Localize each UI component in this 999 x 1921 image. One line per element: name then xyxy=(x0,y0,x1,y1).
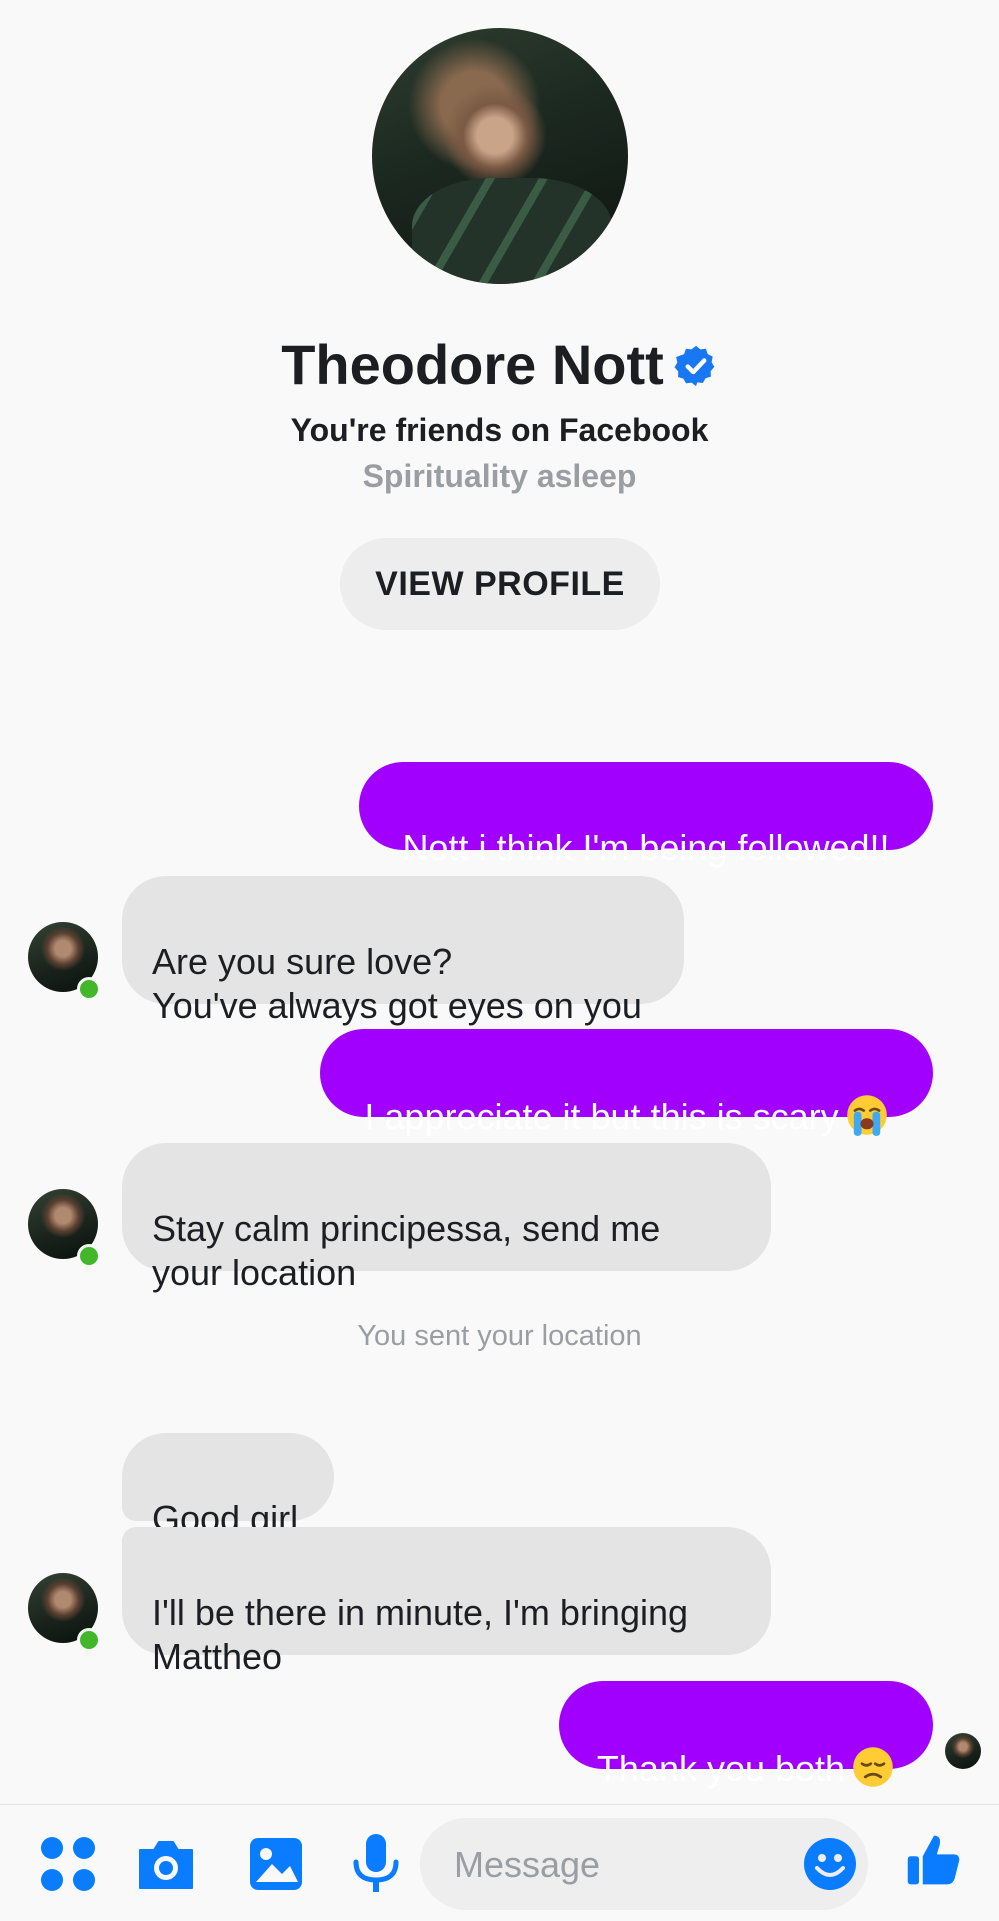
outgoing-message[interactable]: Nott i think I'm being followed!! xyxy=(359,762,933,868)
message-input[interactable] xyxy=(452,1836,756,1894)
gallery-icon[interactable] xyxy=(244,1832,308,1896)
message-text: Nott i think I'm being followed!! xyxy=(402,827,890,868)
loudly-crying-face-emoji xyxy=(846,1095,887,1136)
incoming-message[interactable]: Stay calm principessa, send me your loca… xyxy=(122,1143,771,1293)
disappointed-face-emoji xyxy=(853,1747,893,1787)
incoming-message[interactable]: I'll be there in minute, I'm bringing Ma… xyxy=(122,1527,771,1677)
incoming-message[interactable]: Good girl xyxy=(122,1433,334,1539)
message-input-container[interactable] xyxy=(420,1818,868,1910)
incoming-message[interactable]: Are you sure love? You've always got eye… xyxy=(122,876,684,1026)
online-indicator xyxy=(77,977,101,1001)
microphone-icon[interactable] xyxy=(344,1832,408,1896)
message-text: I appreciate it but this is scary xyxy=(364,1096,839,1137)
contact-name-row: Theodore Nott xyxy=(0,330,999,400)
online-indicator xyxy=(77,1628,101,1652)
verified-badge-icon xyxy=(674,345,715,387)
message-text: Are you sure love? You've always got eye… xyxy=(152,941,642,1026)
emoji-icon[interactable] xyxy=(802,1836,858,1892)
thumbs-up-icon[interactable] xyxy=(904,1830,964,1890)
camera-icon[interactable] xyxy=(134,1832,198,1896)
message-text: Thank you both xyxy=(596,1748,846,1789)
outgoing-message[interactable]: Thank you both xyxy=(559,1681,933,1789)
seen-receipt-avatar xyxy=(945,1733,981,1769)
message-text: Stay calm principessa, send me your loca… xyxy=(152,1208,661,1293)
profile-subtitle: Spirituality asleep xyxy=(362,458,637,494)
apps-icon[interactable] xyxy=(36,1832,100,1896)
message-text: I'll be there in minute, I'm bringing Ma… xyxy=(152,1592,689,1677)
friends-status: You're friends on Facebook xyxy=(290,412,709,448)
contact-name: Theodore Nott xyxy=(281,333,664,396)
outgoing-message[interactable]: I appreciate it but this is scary xyxy=(320,1029,933,1137)
location-sent-notice: You sent your location xyxy=(357,1320,642,1352)
profile-photo[interactable] xyxy=(372,28,628,284)
online-indicator xyxy=(77,1244,101,1268)
view-profile-button[interactable]: VIEW PROFILE xyxy=(340,538,660,630)
